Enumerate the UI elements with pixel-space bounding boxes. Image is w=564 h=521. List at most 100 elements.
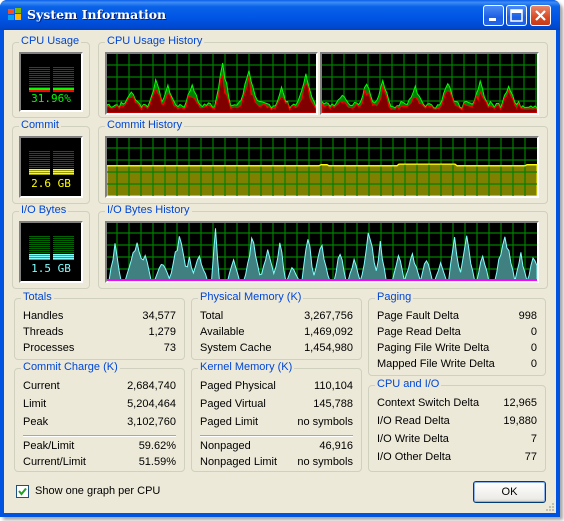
meter-segment xyxy=(53,167,74,168)
meter-segment xyxy=(29,81,50,82)
totals-group: Totals Handles 34,577 Threads 1,279 Proces… xyxy=(14,291,185,360)
cpu-history-label: CPU Usage History xyxy=(105,35,205,47)
meter-segment xyxy=(29,151,50,152)
meter-segment xyxy=(29,157,50,158)
meter-segment xyxy=(29,248,50,249)
meter-segment xyxy=(53,69,74,70)
meter-segment xyxy=(53,75,74,76)
show-one-graph-per-cpu-checkbox[interactable] xyxy=(16,485,29,498)
meter-segment xyxy=(29,71,50,72)
windows-logo-icon xyxy=(8,8,21,20)
meter-segment xyxy=(53,169,74,171)
cpu-history-graph-1 xyxy=(320,52,539,115)
meter-segment xyxy=(29,252,50,253)
physical-memory-row: System Cache 1,454,980 xyxy=(200,342,353,354)
meter-segment xyxy=(53,256,74,258)
cpu-io-row: I/O Write Delta 7 xyxy=(377,433,537,445)
kernel-memory-row: Paged Physical 110,104 xyxy=(200,380,353,392)
io-bytes-value: 1.5 GB xyxy=(31,262,71,275)
meter-segment xyxy=(53,151,74,152)
io-bytes-meter: 1.5 GB xyxy=(19,221,83,283)
paging-row: Page Read Delta 0 xyxy=(377,326,537,338)
meter-segment xyxy=(53,244,74,245)
meter-segment xyxy=(29,165,50,166)
meter-segment xyxy=(53,87,74,88)
meter-segment xyxy=(29,69,50,70)
window-title: System Information xyxy=(27,7,167,22)
cpu-io-label: CPU and I/O xyxy=(375,378,442,390)
dialog-client-area: CPU Usage 31.96% CPU Usage History Commi… xyxy=(4,30,556,513)
meter-segment xyxy=(53,161,74,162)
minimize-button[interactable] xyxy=(483,5,504,26)
commit-value: 2.6 GB xyxy=(31,177,71,190)
meter-segment xyxy=(29,161,50,162)
resize-grip-icon[interactable] xyxy=(544,501,554,511)
meter-segment xyxy=(53,163,74,164)
meter-segment xyxy=(53,171,74,173)
meter-segment xyxy=(53,250,74,251)
meter-segment xyxy=(53,71,74,72)
meter-segment xyxy=(29,73,50,74)
meter-segment xyxy=(29,83,50,84)
ok-button[interactable]: OK xyxy=(473,481,546,503)
show-one-graph-per-cpu-label[interactable]: Show one graph per CPU xyxy=(35,485,160,497)
commit-history-label: Commit History xyxy=(105,119,185,131)
paging-row: Page Fault Delta 998 xyxy=(377,310,537,322)
commit-bars xyxy=(29,151,74,175)
meter-segment xyxy=(29,75,50,76)
meter-segment xyxy=(53,157,74,158)
meter-segment xyxy=(29,87,50,88)
meter-segment xyxy=(29,236,50,237)
meter-segment xyxy=(29,238,50,239)
physical-memory-row: Total 3,267,756 xyxy=(200,310,353,322)
kernel-memory-row: Nonpaged 46,916 xyxy=(200,440,353,452)
meter-segment xyxy=(29,85,50,86)
meter-segment xyxy=(53,254,74,256)
kernel-memory-row: Nonpaged Limit no symbols xyxy=(200,456,353,468)
meter-segment xyxy=(29,254,50,256)
commit-meter: 2.6 GB xyxy=(19,136,83,198)
physical-memory-row: Available 1,469,092 xyxy=(200,326,353,338)
commit-charge-row: Peak 3,102,760 xyxy=(23,416,176,428)
io-bytes-label: I/O Bytes xyxy=(19,204,69,216)
meter-segment xyxy=(53,67,74,68)
io-history-label: I/O Bytes History xyxy=(105,204,192,216)
meter-segment xyxy=(53,85,74,86)
commit-group: Commit 2.6 GB xyxy=(12,119,90,204)
commit-charge-row: Current 2,684,740 xyxy=(23,380,176,392)
totals-row: Threads 1,279 xyxy=(23,326,176,338)
paging-label: Paging xyxy=(375,291,414,303)
paging-group: Paging Page Fault Delta 998 Page Read Del… xyxy=(368,291,546,376)
maximize-button[interactable] xyxy=(506,5,527,26)
meter-segment xyxy=(29,244,50,245)
cpu-kernel-series xyxy=(322,84,537,113)
totals-row: Handles 34,577 xyxy=(23,310,176,322)
totals-row: Processes 73 xyxy=(23,342,176,354)
meter-segment xyxy=(53,155,74,156)
system-information-window: System Information CPU Usage 31.96% CPU … xyxy=(0,0,560,517)
meter-segment xyxy=(29,159,50,160)
cpu-history-graph-0 xyxy=(105,52,318,115)
meter-segment xyxy=(29,155,50,156)
close-button[interactable] xyxy=(530,5,551,26)
meter-segment xyxy=(29,67,50,68)
meter-segment xyxy=(29,79,50,80)
meter-segment xyxy=(29,88,50,90)
physical-memory-label: Physical Memory (K) xyxy=(198,291,304,303)
paging-row: Paging File Write Delta 0 xyxy=(377,342,537,354)
maximize-icon xyxy=(510,9,523,22)
commit-label: Commit xyxy=(19,119,61,131)
meter-segment xyxy=(29,240,50,241)
meter-segment xyxy=(53,77,74,78)
meter-segment xyxy=(53,173,74,175)
meter-segment xyxy=(53,236,74,237)
io-series xyxy=(107,228,537,281)
meter-segment xyxy=(29,77,50,78)
close-icon xyxy=(535,10,546,21)
io-bytes-group: I/O Bytes 1.5 GB xyxy=(12,204,90,289)
meter-segment xyxy=(53,153,74,154)
meter-segment xyxy=(29,258,50,260)
cpu-io-row: Context Switch Delta 12,965 xyxy=(377,397,537,409)
cpu-io-row: I/O Read Delta 19,880 xyxy=(377,415,537,427)
title-bar[interactable]: System Information xyxy=(0,0,560,30)
